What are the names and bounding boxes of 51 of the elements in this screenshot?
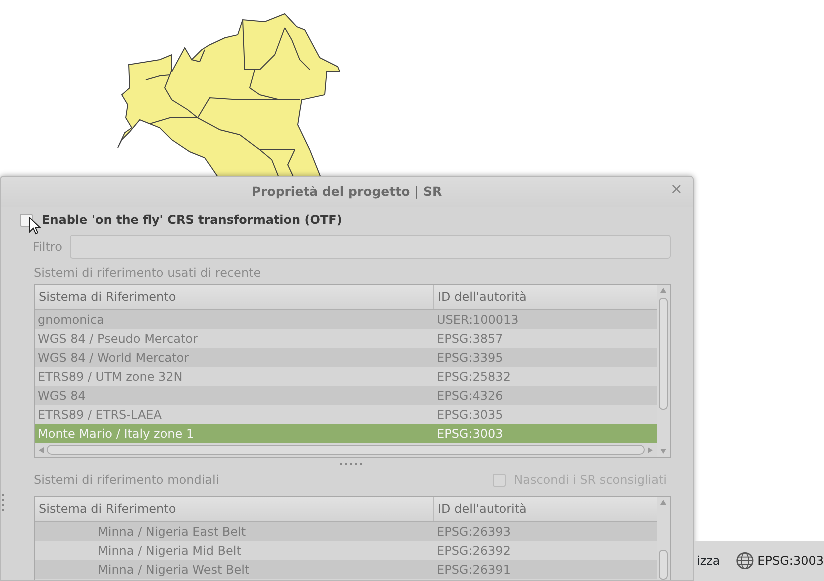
table-cell-text: USER:100013 (437, 312, 519, 328)
close-button[interactable]: × (670, 182, 683, 197)
scroll-up-icon[interactable] (660, 499, 667, 506)
table-cell-text: EPSG:25832 (437, 368, 511, 386)
table-cell-text: gnomonica (38, 312, 104, 328)
column-header[interactable]: Sistema di Riferimento (35, 285, 434, 309)
cursor-icon (29, 217, 41, 235)
table-row[interactable]: WGS 84 / World Mercator EPSG:3395 (35, 348, 657, 367)
table-row[interactable]: gnomonica USER:100013 (35, 310, 657, 329)
column-header[interactable]: ID dell'autorità (434, 285, 527, 309)
scroll-right-icon[interactable] (647, 446, 654, 454)
table-cell-text: Minna / Nigeria East Belt (97, 524, 246, 540)
table-cell-text: Minna / Nigeria Mid Belt (97, 542, 242, 560)
section-label: Sistemi di riferimento mondiali (34, 472, 220, 489)
table-cell-text: EPSG:4326 (437, 388, 504, 404)
table-cell-text: EPSG:26393 (437, 524, 511, 540)
column-header[interactable]: ID dell'autorità (434, 497, 527, 521)
vertical-scrollbar[interactable] (657, 497, 670, 580)
status-label: izza (697, 553, 720, 570)
table-cell-text: Monte Mario / Italy zone 1 (38, 426, 194, 442)
scroll-down-icon[interactable] (660, 448, 667, 455)
globe-icon[interactable] (736, 551, 755, 571)
table-cell-text: WGS 84 (38, 388, 86, 404)
table-cell-text: Minna / Nigeria West Belt (97, 562, 250, 578)
table-cell-text: ETRS89 / ETRS-LAEA (38, 406, 162, 424)
table-row[interactable]: WGS 84 EPSG:4326 (35, 386, 657, 405)
table-cell-text: WGS 84 / World Mercator (38, 350, 190, 366)
checkbox-label[interactable]: Enable 'on the fly' CRS transformation (OTF) (42, 211, 342, 229)
table-row[interactable]: Monte Mario / Italy zone 1 EPSG:3003 (35, 424, 657, 443)
vertical-scrollbar[interactable] (657, 285, 670, 457)
table-cell-text: EPSG:26392 (437, 542, 511, 560)
filter-field[interactable] (70, 235, 671, 259)
table-cell-text: EPSG:3395 (437, 350, 504, 366)
table-cell-text: EPSG:3035 (437, 406, 504, 424)
splitter-handle[interactable] (2, 494, 4, 514)
table-cell-text: ETRS89 / UTM zone 32N (38, 368, 183, 386)
table-row[interactable]: Minna / Nigeria West Belt EPSG:26391 (35, 560, 657, 579)
scroll-up-icon[interactable] (660, 287, 667, 294)
dialog-title: Proprietà del progetto | SR (252, 182, 442, 201)
table-cell-text: EPSG:3003 (437, 426, 504, 442)
table-row[interactable]: Minna / Nigeria East Belt EPSG:26393 (35, 522, 657, 541)
table-cell-text: EPSG:26391 (437, 562, 511, 578)
crs-button[interactable]: EPSG:3003 (758, 552, 824, 570)
table-cell-text: EPSG:3857 (437, 330, 504, 348)
scroll-left-icon[interactable] (38, 446, 45, 454)
table-cell-text: WGS 84 / Pseudo Mercator (38, 330, 198, 348)
splitter-handle[interactable] (340, 463, 365, 465)
filter-label: Filtro (33, 239, 62, 256)
column-header[interactable]: Sistema di Riferimento (35, 497, 434, 521)
checkbox[interactable] (493, 474, 506, 486)
section-label: Sistemi di riferimento usati di recente (34, 265, 262, 282)
